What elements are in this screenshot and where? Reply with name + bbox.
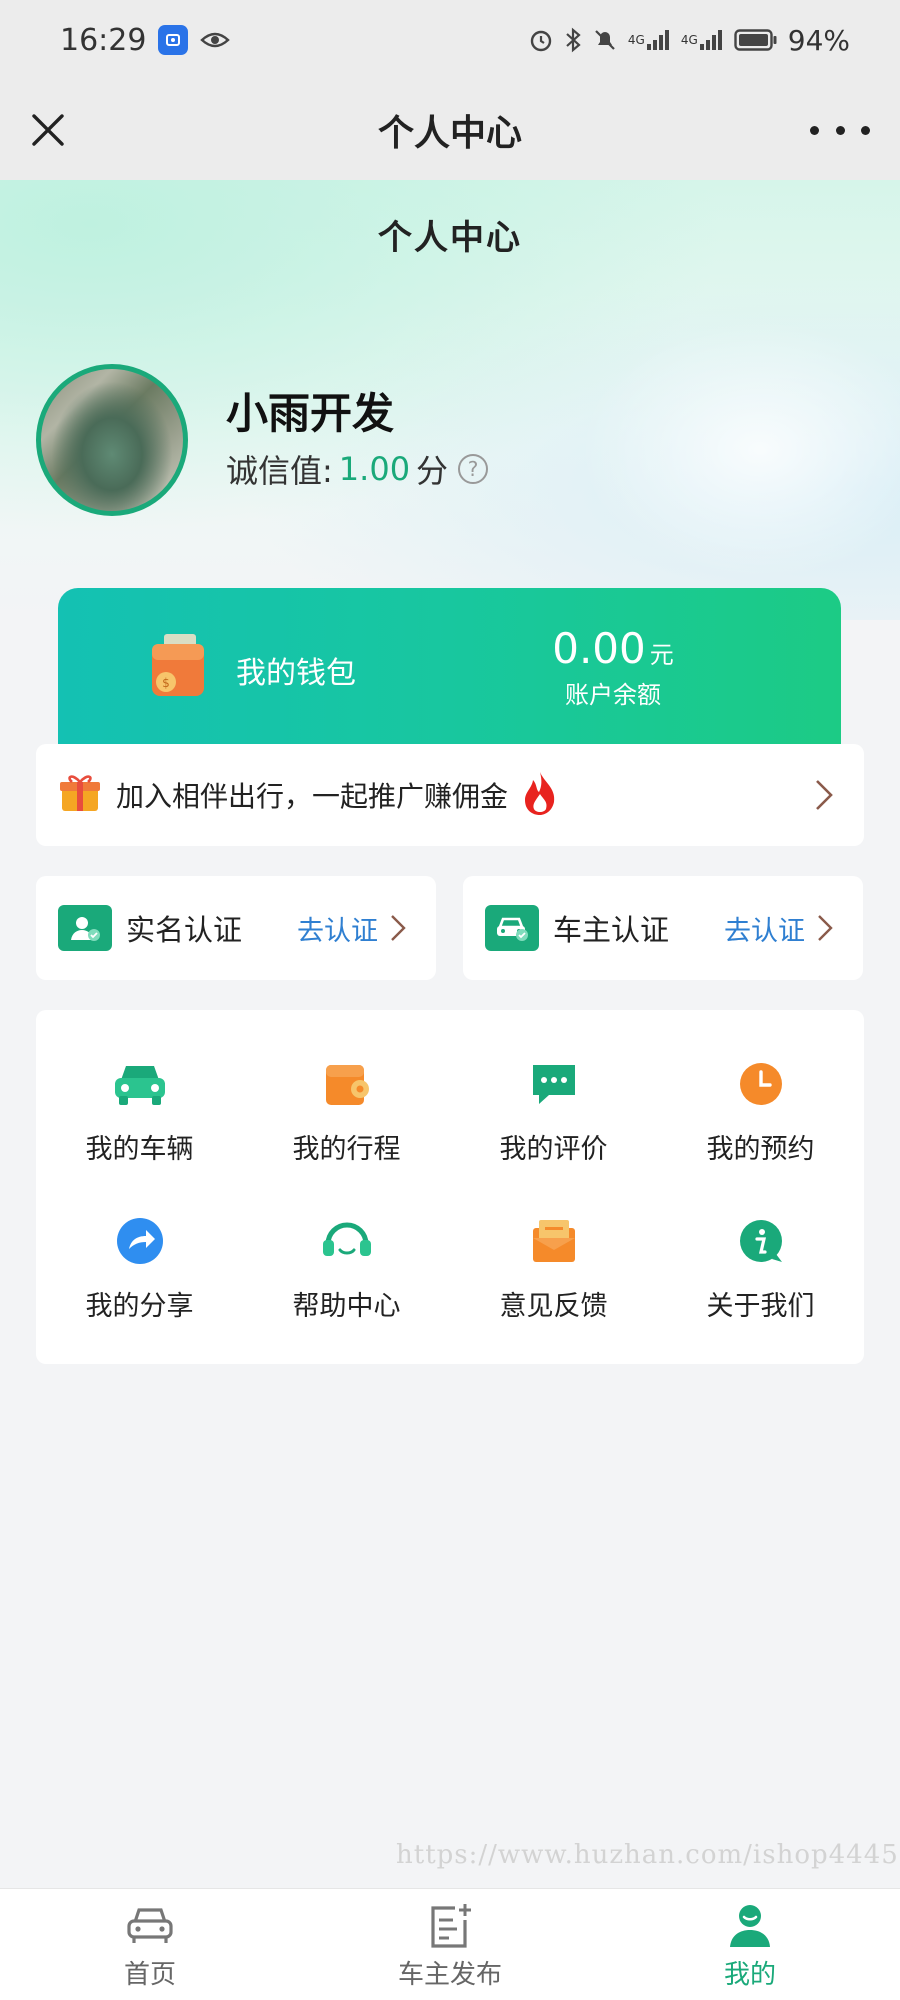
realname-auth-label: 实名认证 [126, 913, 243, 947]
more-dot [810, 125, 819, 135]
promo-text: 加入相伴出行，一起推广赚佣金 [116, 780, 509, 813]
balance: 0.00 元 账户余额 [548, 624, 678, 710]
nav-item-mine[interactable]: 我的 [600, 1889, 900, 2000]
wallet-icon: $ [144, 632, 216, 702]
wallet-label: 我的钱包 [236, 656, 356, 691]
nav-label: 我的 [723, 1960, 776, 1990]
alarm-icon [528, 27, 554, 53]
more-dot [861, 125, 870, 135]
grid-label: 我的行程 [292, 1134, 401, 1165]
grid-label: 我的预约 [706, 1134, 815, 1165]
svg-text:$: $ [162, 676, 170, 690]
trip-icon [318, 1055, 376, 1113]
car-badge-icon [485, 905, 539, 951]
headset-icon [318, 1212, 376, 1270]
balance-label: 账户余额 [565, 681, 661, 709]
network-label-1: 4G [627, 33, 645, 47]
promo-bar[interactable]: 加入相伴出行，一起推广赚佣金 [36, 744, 864, 846]
grid-item-my-share[interactable]: 我的分享 [36, 1189, 243, 1346]
chevron-right-icon [391, 915, 406, 941]
close-button[interactable] [28, 110, 68, 150]
grid-label: 意见反馈 [499, 1291, 608, 1322]
nav-item-home[interactable]: 首页 [0, 1889, 300, 2000]
share-icon [111, 1212, 169, 1270]
mute-icon [592, 27, 618, 53]
signal-icon-2: 4G [681, 28, 724, 52]
bluetooth-icon [564, 27, 582, 53]
status-left: 16:29 [60, 22, 231, 58]
title-bar: 个人中心 [0, 80, 900, 180]
grid-item-help-center[interactable]: 帮助中心 [243, 1189, 450, 1346]
nav-label: 车主发布 [397, 1960, 502, 1990]
chevron-right-icon [818, 915, 833, 941]
balance-amount: 0.00 [552, 624, 646, 673]
page-title: 个人中心 [377, 113, 522, 154]
wallet-card[interactable]: $ 我的钱包 0.00 元 账户余额 [58, 588, 841, 746]
eye-icon [200, 30, 231, 50]
comment-icon [525, 1055, 583, 1113]
status-right: 4G 4G 94% [528, 24, 850, 57]
grid-item-my-trips[interactable]: 我的行程 [243, 1032, 450, 1189]
publish-icon [425, 1902, 475, 1950]
owner-auth-action[interactable]: 去认证 [724, 909, 805, 948]
help-icon[interactable]: ? [458, 454, 489, 484]
inner-title: 个人中心 [378, 218, 522, 258]
more-button[interactable] [810, 114, 870, 146]
clock-icon [732, 1055, 790, 1113]
grid-item-about-us[interactable]: 关于我们 [657, 1189, 864, 1346]
grid-label: 帮助中心 [292, 1291, 401, 1322]
grid-label: 我的评价 [499, 1134, 608, 1165]
gift-icon [58, 771, 102, 819]
credit-row: 诚信值: 1.00 分 ? [226, 446, 489, 492]
car-outline-icon [125, 1902, 175, 1950]
nav-label: 首页 [123, 1960, 176, 1990]
grid-label: 我的车辆 [85, 1134, 194, 1165]
owner-auth-card[interactable]: 车主认证 去认证 [463, 876, 863, 980]
status-bar: 16:29 4G 4G 94% [0, 0, 900, 80]
avatar[interactable] [36, 364, 188, 516]
menu-grid: 我的车辆 我的行程 我的评价 我的预约 我的分享 帮助中心 意见反馈 关于我们 [36, 1010, 864, 1364]
app-notification-icon [158, 25, 189, 55]
chevron-right-icon [816, 780, 833, 810]
info-icon [732, 1212, 790, 1270]
watermark: https://www.huzhan.com/ishop44453 [396, 1840, 900, 1870]
balance-unit: 元 [649, 641, 674, 669]
credit-value: 1.00 [338, 450, 411, 488]
battery-percent: 94% [787, 23, 850, 57]
header-decoration [580, 320, 900, 580]
credit-label: 诚信值: [226, 452, 333, 490]
id-card-icon [58, 905, 112, 951]
battery-icon [734, 28, 778, 52]
grid-item-my-vehicles[interactable]: 我的车辆 [36, 1032, 243, 1189]
realname-auth-action[interactable]: 去认证 [297, 909, 378, 948]
bottom-nav: 首页 车主发布 我的 [0, 1888, 900, 2000]
user-icon [725, 1902, 775, 1950]
more-dot [835, 125, 845, 135]
fire-icon [520, 770, 560, 820]
grid-item-feedback[interactable]: 意见反馈 [450, 1189, 657, 1346]
signal-icon-1: 4G [628, 28, 671, 52]
owner-auth-label: 车主认证 [553, 913, 670, 947]
car-icon [111, 1055, 169, 1113]
close-icon [32, 114, 64, 146]
realname-auth-card[interactable]: 实名认证 去认证 [36, 876, 436, 980]
credit-unit: 分 [416, 452, 449, 490]
user-name: 小雨开发 [226, 389, 395, 438]
feedback-icon [525, 1212, 583, 1270]
grid-item-my-reviews[interactable]: 我的评价 [450, 1032, 657, 1189]
nav-item-publish[interactable]: 车主发布 [300, 1889, 600, 2000]
network-label-2: 4G [680, 33, 698, 47]
status-time: 16:29 [60, 22, 147, 58]
grid-label: 关于我们 [706, 1291, 815, 1322]
grid-item-my-bookings[interactable]: 我的预约 [657, 1032, 864, 1189]
grid-label: 我的分享 [85, 1291, 194, 1322]
